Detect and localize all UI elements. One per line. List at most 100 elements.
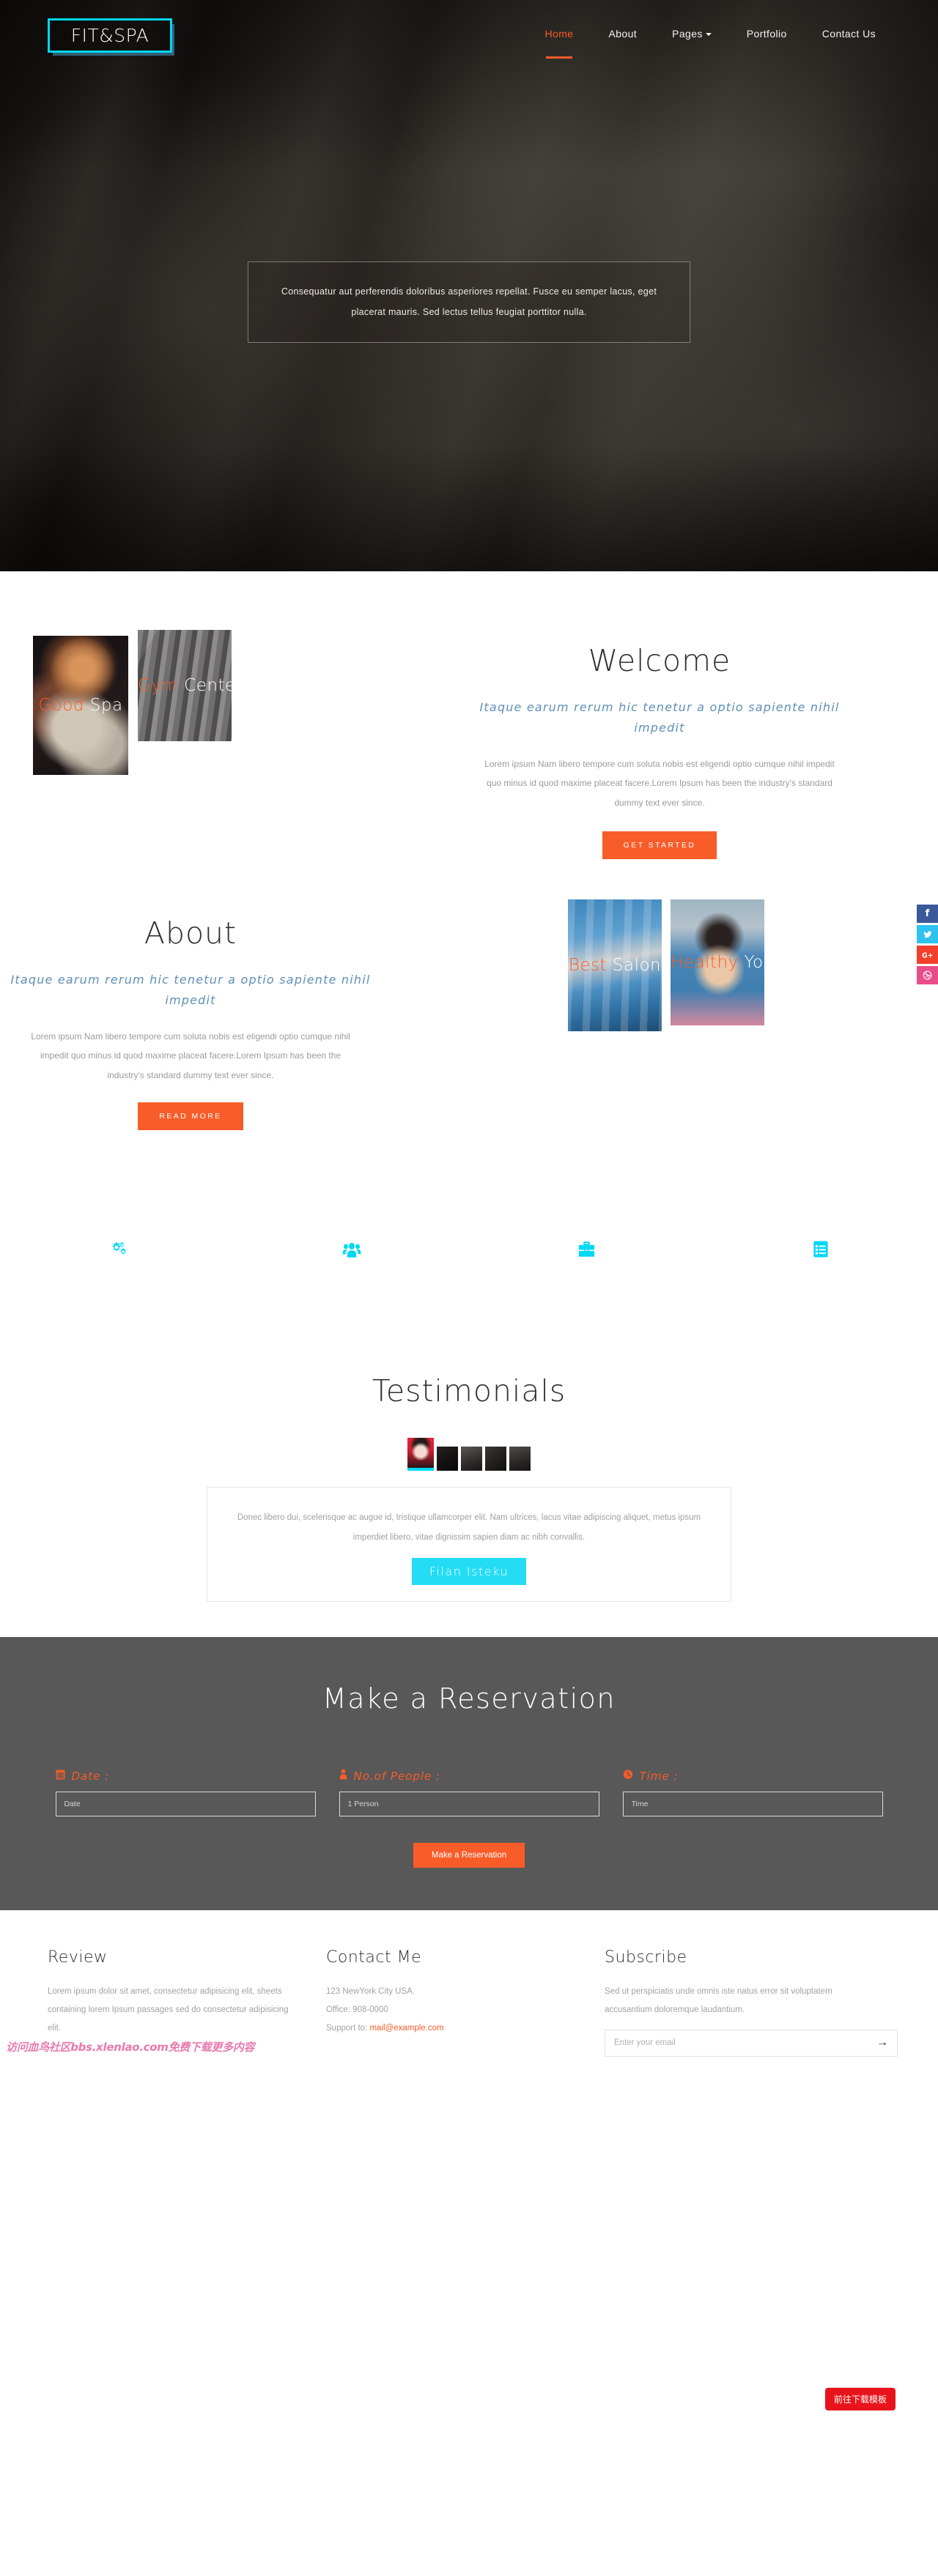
subscribe-row: → [605,2029,898,2057]
reservation-field-people: No.of People : [339,1769,599,1817]
twitter-icon[interactable] [917,925,938,943]
caption-highlight: Healthy [671,953,739,972]
feature-cell-4[interactable] [704,1240,938,1262]
welcome-cta-wrap: GET STARTED [469,831,850,860]
arrow-right-icon[interactable]: → [876,2037,888,2049]
about-title: About [144,916,237,951]
reservation-time-label: Time : [639,1769,679,1783]
calendar-icon [55,1769,65,1783]
footer-subscribe-title: Subscribe [605,1948,687,1967]
caption-highlight: Best [568,956,608,975]
caption-rest: Center [184,676,232,695]
reservation-cta-wrap: Make a Reservation [0,1843,938,1868]
testimonial-quote: Donec libero dui, scelerisque ac augue i… [237,1513,701,1543]
caption-rest: Yoga [744,953,764,972]
testimonial-thumb-5[interactable] [509,1447,531,1471]
dribbble-icon[interactable] [917,966,938,984]
about-subtitle: Itaque earum rerum hic tenetur a optio s… [10,973,371,1007]
reservation-fields: Date : No.of People : Time : [0,1769,938,1817]
reservation-field-time: Time : [622,1769,883,1817]
read-more-button[interactable]: READ MORE [138,1102,243,1131]
nav-item-pages[interactable]: Pages [672,28,712,42]
welcome-image-group: Good Spa Gym Center [0,630,469,864]
welcome-card-gym-center-caption: Gym Center [138,676,232,695]
reservation-date-label-row: Date : [55,1769,316,1783]
reservation-date-input[interactable] [55,1792,316,1817]
about-section: About Itaque earum rerum hic tenetur a o… [0,864,938,1131]
testimonial-cta-wrap: Filan Isteku [237,1558,701,1586]
about-card-best-salon[interactable]: Best Salon [568,899,662,1031]
download-template-badge[interactable]: 前往下载模板 [824,2388,895,2410]
about-card-best-salon-caption: Best Salon [568,956,662,975]
about-body: About Itaque earum rerum hic tenetur a o… [0,899,381,1131]
social-rail: f G+ [917,905,938,987]
nav-item-contact-us[interactable]: Contact Us [822,28,876,42]
testimonials-title: Testimonials [372,1373,566,1409]
nav-item-portfolio[interactable]: Portfolio [747,28,787,42]
caption-rest: Salon [607,956,662,975]
feature-cell-3[interactable] [469,1240,704,1262]
about-card-healthy-yoga[interactable]: Healthy Yoga [671,899,764,1025]
testimonial-author-button[interactable]: Filan Isteku [411,1558,527,1586]
feature-cell-1[interactable] [0,1240,234,1262]
get-started-button[interactable]: GET STARTED [602,831,717,860]
about-paragraph: Lorem ipsum Nam libero tempore cum solut… [31,1031,350,1080]
welcome-card-good-spa[interactable]: Good Spa [33,636,128,775]
caption-rest: Spa [84,696,123,715]
reservation-people-label-row: No.of People : [339,1769,599,1783]
nav-item-about[interactable]: About [608,28,637,42]
footer: Review Lorem ipsum dolor sit amet, conse… [0,1910,938,2057]
reservation-people-input[interactable] [339,1792,599,1817]
hero-title: FIT&SPA [259,113,679,217]
footer-support-email[interactable]: mail@example.com [369,2024,443,2033]
testimonial-thumb-3[interactable] [461,1447,482,1471]
about-image-group: Best Salon Healthy Yoga [381,899,894,1119]
google-plus-icon[interactable]: G+ [917,946,938,964]
reservation-time-input[interactable] [622,1792,883,1817]
caption-highlight: Gym [138,676,179,695]
testimonial-thumb-1[interactable] [407,1438,434,1471]
feature-cell-2[interactable] [234,1240,469,1262]
testimonial-thumb-4[interactable] [485,1447,506,1471]
footer-col-contact: Contact Me 123 NewYork City USA. Office:… [326,1948,605,2056]
welcome-paragraph: Lorem ipsum Nam libero tempore cum solut… [484,759,835,808]
welcome-body: Welcome Itaque earum rerum hic tenetur a… [469,630,850,864]
site-logo[interactable]: FIT&SPA [48,18,172,53]
testimonial-thumb-2[interactable] [437,1447,458,1471]
nav-links: Home About Pages Portfolio Contact Us [545,28,890,59]
footer-review-text: Lorem ipsum dolor sit amet, consectetur … [48,1987,289,2033]
chevron-down-icon [705,33,712,37]
person-icon [339,1769,347,1783]
hero-content: FIT&SPA Consequatur aut perferendis dolo… [0,114,938,343]
reservation-people-label: No.of People : [353,1769,441,1783]
reservation-time-label-row: Time : [623,1769,883,1783]
footer-contact-support: Support to: mail@example.com [326,2019,569,2038]
footer-contact-office: Office: 908-0000 [326,2005,388,2014]
facebook-icon[interactable]: f [917,905,938,923]
watermark-text: 访问血鸟社区bbs.xlenlao.com免费下载更多内容 [6,2040,255,2054]
logo-text: FIT&SPA [70,24,149,46]
hero-section: FIT&SPA Home About Pages Portfolio Conta… [0,0,938,571]
reservation-date-label: Date : [71,1769,110,1783]
navigation-bar: FIT&SPA Home About Pages Portfolio Conta… [0,0,938,70]
testimonials-section: Testimonials Donec libero dui, scelerisq… [0,1262,938,1603]
about-cta-wrap: READ MORE [0,1102,381,1131]
welcome-card-gym-center[interactable]: Gym Center [138,630,232,741]
about-card-healthy-yoga-caption: Healthy Yoga [671,953,764,972]
cogs-icon [108,1241,127,1262]
footer-contact-address: 123 NewYork City USA. [326,1987,416,1997]
nav-item-pages-label: Pages [672,28,703,40]
svg-text:G+: G+ [922,951,933,959]
caption-highlight: Good [38,696,84,715]
footer-subscribe-text: Sed ut perspiciatis unde omnis iste natu… [605,1987,832,2014]
welcome-subtitle: Itaque earum rerum hic tenetur a optio s… [479,700,840,735]
reservation-title: Make a Reservation [322,1682,616,1715]
subscribe-email-input[interactable] [614,2038,876,2048]
reservation-section: Make a Reservation Date : No.of People : [0,1637,938,1911]
nav-item-home[interactable]: Home [545,28,574,59]
make-reservation-button[interactable]: Make a Reservation [413,1843,525,1868]
reservation-field-date: Date : [55,1769,316,1817]
testimonial-thumbnails [0,1438,938,1471]
hero-description: Consequatur aut perferendis doloribus as… [281,286,657,318]
hero-description-box: Consequatur aut perferendis doloribus as… [248,261,690,343]
